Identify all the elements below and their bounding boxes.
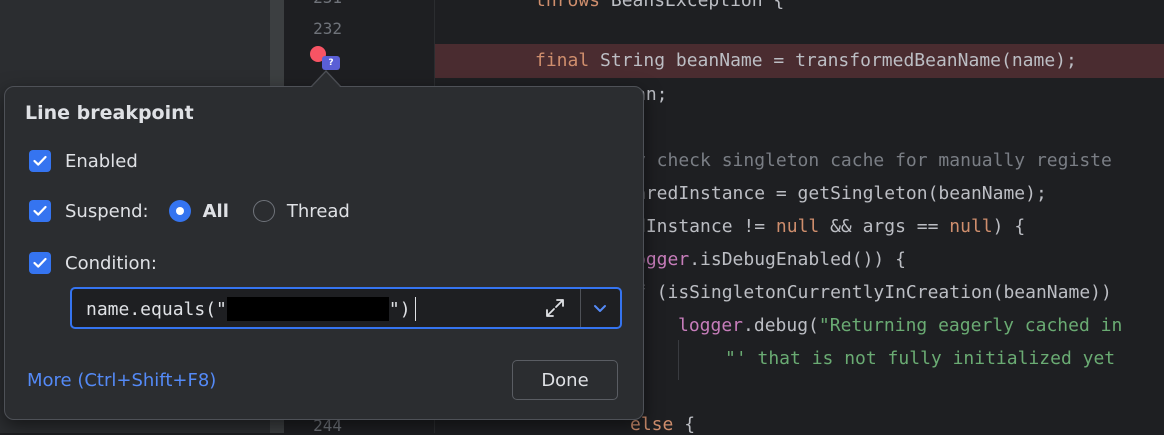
condition-input[interactable]: name.equals(" ") [70,287,622,329]
code-token: f (isSingletonCurrentlyInCreation(beanNa… [635,282,1112,303]
code-token: .debug( [743,315,819,336]
code-token: "' that is not fully initialized yet [725,348,1116,369]
done-button[interactable]: Done [512,360,618,400]
code-line: "' that is not fully initialized yet [725,348,1115,370]
code-line: f (isSingletonCurrentlyInCreation(beanNa… [635,282,1112,304]
code-line: logger.debug("Returning eagerly cached i… [678,315,1122,337]
suspend-thread-radio[interactable] [252,200,275,222]
check-icon [33,155,47,166]
code-token: final [535,50,590,71]
dropdown-separator [580,289,581,327]
code-line: aredInstance = getSingleton(beanName); [635,183,1047,205]
condition-badge-icon: ? [322,56,340,70]
expand-icon[interactable] [542,295,568,321]
code-token: throws [535,0,601,11]
enabled-row[interactable]: Enabled [29,148,138,174]
condition-text-prefix: name.equals(" [86,298,227,320]
code-token: aredInstance = getSingleton(beanName); [635,183,1047,204]
condition-text-suffix: ") [388,298,411,320]
indent-guide [678,340,679,380]
code-line: y check singleton cache for manually reg… [635,150,1112,172]
redacted-block [226,297,389,321]
condition-row[interactable]: Condition: [29,250,157,276]
enabled-checkbox[interactable] [29,150,51,172]
more-link[interactable]: More (Ctrl+Shift+F8) [27,370,216,391]
condition-checkbox[interactable] [29,252,51,274]
check-icon [33,257,47,268]
chevron-down-icon[interactable] [590,298,610,318]
code-token: y check singleton cache for manually reg… [635,150,1112,171]
popup-arrow-fill [311,72,341,88]
condition-text[interactable]: name.equals(" ") [86,297,416,321]
code-line: throws BeansException { [535,0,784,12]
condition-label: Condition: [65,252,157,274]
text-caret [414,297,416,321]
code-token: logger [678,315,744,336]
suspend-all-radio[interactable] [168,200,191,222]
code-line: final String beanName = transformedBeanN… [535,50,1077,72]
suspend-all-label[interactable]: All [203,201,229,222]
line-number: 232 [313,19,342,38]
code-token: { [673,414,696,433]
code-token: null [949,216,993,237]
suspend-row: Suspend: All Thread [29,198,350,224]
suspend-label: Suspend: [65,200,149,222]
code-token: String beanName = transformedBeanName(na… [589,50,1077,71]
code-token: .isDebugEnabled()) { [689,249,906,270]
code-token: null [775,216,820,237]
code-line: ogger.isDebugEnabled()) { [635,249,906,271]
code-token: && args == [819,216,950,237]
suspend-thread-label[interactable]: Thread [287,201,350,222]
suspend-checkbox[interactable] [29,200,51,222]
enabled-label: Enabled [65,150,138,172]
code-token: BeansException { [600,0,785,11]
line-number: 231 [302,0,342,7]
code-token: "Returning eagerly cached in [818,315,1123,336]
code-line: dInstance != null && args == null) { [635,216,1025,238]
code-token: ) { [992,216,1026,237]
popup-title: Line breakpoint [25,102,194,124]
line-breakpoint-popup: Line breakpoint Enabled Suspend: All Thr… [4,86,644,420]
code-token: dInstance != [635,216,776,237]
check-icon [33,205,47,216]
